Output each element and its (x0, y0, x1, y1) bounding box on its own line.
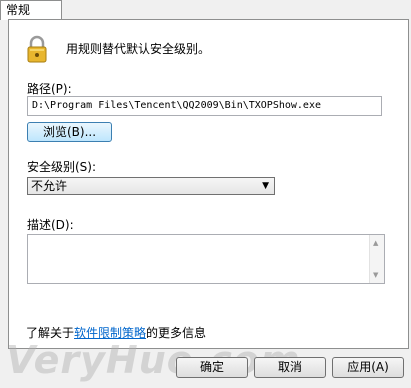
browse-button[interactable]: 浏览(B)... (27, 122, 112, 142)
lock-icon (27, 35, 47, 63)
security-level-value: 不允许 (31, 179, 68, 193)
tab-strip: 常规 (0, 0, 411, 20)
description-field[interactable]: ▲ ▼ (27, 234, 385, 284)
rule-description: 用规则替代默认安全级别。 (66, 42, 211, 56)
scroll-up-icon[interactable]: ▲ (373, 239, 378, 247)
tab-general[interactable]: 常规 (0, 0, 62, 20)
apply-button[interactable]: 应用(A) (332, 357, 404, 378)
description-scrollbar[interactable]: ▲ ▼ (369, 235, 384, 283)
security-level-label: 安全级别(S): (27, 160, 97, 174)
path-field[interactable]: D:\Program Files\Tencent\QQ2009\Bin\TXOP… (27, 96, 382, 116)
cancel-button[interactable]: 取消 (254, 357, 326, 378)
path-label: 路径(P): (27, 82, 72, 96)
scroll-down-icon[interactable]: ▼ (373, 271, 378, 279)
chevron-down-icon: ▼ (262, 181, 269, 191)
security-level-select[interactable]: 不允许 ▼ (27, 177, 275, 195)
ok-button[interactable]: 确定 (176, 357, 248, 378)
description-label: 描述(D): (27, 218, 74, 232)
